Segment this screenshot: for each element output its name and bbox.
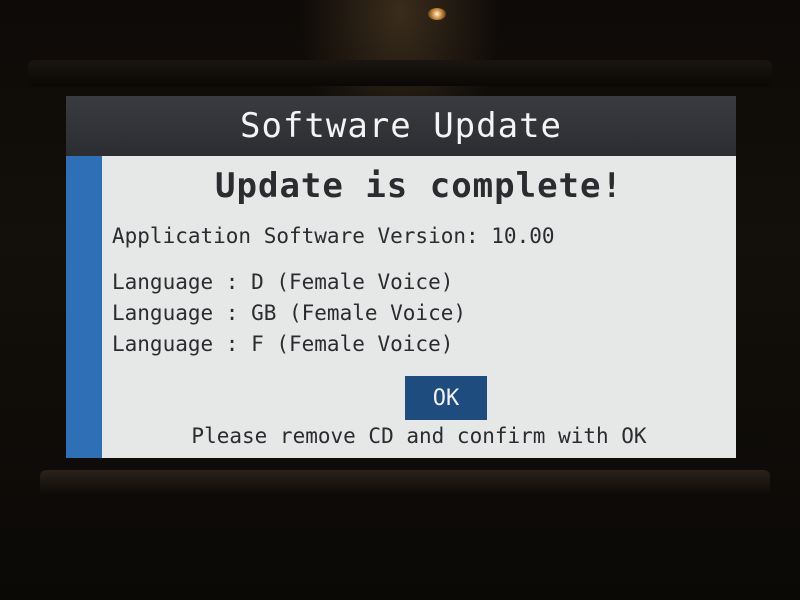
- window-title: Software Update: [239, 106, 563, 146]
- software-version-text: Application Software Version: 10.00: [112, 224, 555, 248]
- language-line: Language : D (Female Voice): [112, 270, 454, 294]
- light-reflection: [428, 8, 446, 20]
- instruction-text: Please remove CD and confirm with OK: [191, 424, 647, 448]
- ok-button[interactable]: OK: [405, 376, 487, 420]
- bezel-trim-top: [28, 60, 772, 86]
- head-unit-bezel: Software Update Update is complete! Appl…: [0, 0, 800, 600]
- dialog-content: Update is complete! Application Software…: [102, 156, 736, 458]
- sidebar-accent-bar: [66, 156, 102, 458]
- display-screen: Software Update Update is complete! Appl…: [66, 96, 736, 458]
- title-bar: Software Update: [66, 96, 736, 156]
- language-line: Language : F (Female Voice): [112, 332, 454, 356]
- bezel-trim-bottom: [40, 470, 770, 494]
- status-headline: Update is complete!: [215, 166, 623, 206]
- language-line: Language : GB (Female Voice): [112, 301, 467, 325]
